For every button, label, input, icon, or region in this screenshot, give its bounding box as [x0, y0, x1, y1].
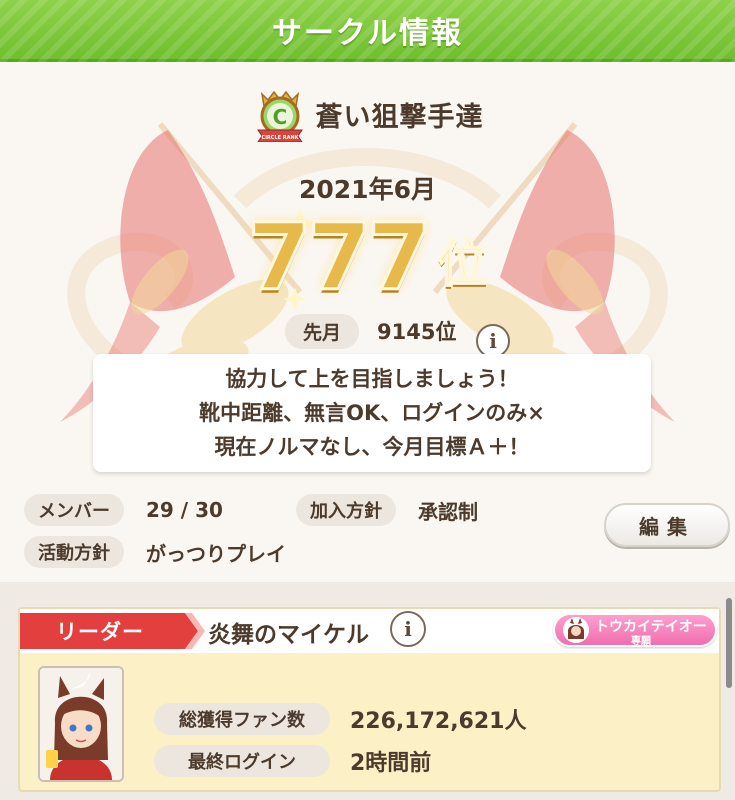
- total-fans-row: 総獲得ファン数 226,172,621人: [154, 703, 526, 735]
- circle-name-row: C CIRCLE RANK 蒼い狙撃手達: [0, 84, 735, 144]
- edit-button[interactable]: 編集: [604, 503, 730, 547]
- description-line: 靴中距離、無言OK、ログインのみ×: [199, 401, 545, 425]
- ranking-info-button[interactable]: i: [476, 324, 510, 358]
- leader-portrait: [40, 668, 122, 780]
- circle-description: 協力して上を目指しましょう！ 靴中距離、無言OK、ログインのみ× 現在ノルマなし…: [93, 354, 651, 472]
- total-fans-value: 226,172,621人: [350, 709, 527, 734]
- members-label: メンバー: [24, 494, 124, 526]
- leader-name: 炎舞のマイケル: [208, 622, 369, 648]
- info-icon: i: [390, 611, 426, 647]
- activity-value: がっつりプレイ: [146, 541, 286, 566]
- leader-tag-label: リーダー: [56, 620, 144, 644]
- info-icon: i: [476, 324, 510, 358]
- total-fans-label: 総獲得ファン数: [154, 703, 330, 735]
- circle-summary-panel: C CIRCLE RANK 蒼い狙撃手達 2021年6月 777 位 i 先月 …: [0, 62, 735, 582]
- last-login-row: 最終ログイン 2時間前: [154, 745, 431, 777]
- ranking-number: 777: [246, 204, 433, 311]
- svg-text:CIRCLE RANK: CIRCLE RANK: [261, 135, 299, 141]
- circle-name: 蒼い狙撃手達: [315, 101, 484, 133]
- description-line: 協力して上を目指しましょう！: [225, 367, 519, 391]
- circle-rank-badge-icon: C CIRCLE RANK: [256, 90, 303, 142]
- favorite-uma-badge: トウカイテイオー 専願: [553, 613, 717, 647]
- last-login-label: 最終ログイン: [154, 745, 330, 777]
- leader-avatar[interactable]: [38, 666, 124, 782]
- previous-month-value: 9145位: [377, 320, 457, 344]
- svg-text:C: C: [272, 105, 287, 129]
- ranking-month: 2021年6月: [299, 175, 436, 204]
- join-policy-row: 加入方針 承認制: [296, 494, 478, 526]
- join-policy-label: 加入方針: [296, 494, 396, 526]
- members-value: 29 / 30: [146, 498, 223, 522]
- leader-info-button[interactable]: i: [390, 611, 426, 647]
- leader-tag: リーダー: [20, 613, 210, 649]
- previous-month-label: 先月: [285, 313, 360, 349]
- previous-month-row: 先月 9145位: [285, 313, 457, 349]
- last-login-value: 2時間前: [350, 751, 432, 776]
- uma-avatar-icon: [563, 617, 589, 643]
- members-row: メンバー 29 / 30: [24, 494, 223, 526]
- page-title: サークル情報: [271, 15, 464, 51]
- ranking-display: 777 位: [0, 204, 735, 311]
- description-line: 現在ノルマなし、今月目標Ａ＋！: [214, 435, 530, 459]
- ranking-suffix: 位: [437, 234, 489, 294]
- uma-subtitle: 専願: [631, 636, 651, 647]
- activity-label: 活動方針: [24, 536, 124, 568]
- scrollbar[interactable]: [726, 598, 732, 688]
- activity-row: 活動方針 がっつりプレイ: [24, 536, 286, 568]
- title-bar: サークル情報: [0, 0, 735, 62]
- leader-card[interactable]: リーダー 炎舞のマイケル i トウカイテイオー 専願 総獲得ファン数 226,1…: [18, 607, 721, 792]
- join-policy-value: 承認制: [418, 499, 478, 524]
- leader-panel: リーダー 炎舞のマイケル i トウカイテイオー 専願 総獲得ファン数 226,1…: [0, 582, 735, 800]
